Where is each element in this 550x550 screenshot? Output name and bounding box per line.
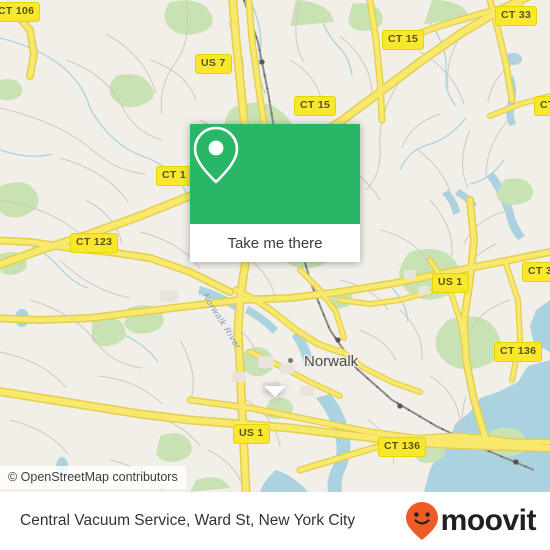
location-title: Central Vacuum Service, Ward St, New Yor… <box>20 512 356 529</box>
popup-header <box>190 124 360 224</box>
road-shield: CT 136 <box>378 437 427 457</box>
road-shield: US 7 <box>195 54 232 74</box>
road-shield: CT 123 <box>70 233 119 253</box>
road-shield: US 1 <box>233 424 270 444</box>
map-attribution[interactable]: © OpenStreetMap contributors <box>0 466 186 489</box>
footer-bar: Central Vacuum Service, Ward St, New Yor… <box>0 492 550 550</box>
popup-pointer-tail <box>264 386 286 397</box>
moovit-wordmark: moovit <box>440 504 537 537</box>
road-shield: CT 15 <box>382 30 425 50</box>
road-shield: CT 1 <box>156 166 192 186</box>
road-shield: US 1 <box>432 273 469 293</box>
take-me-there-button[interactable]: Take me there <box>190 224 360 262</box>
road-shield: CT 33 <box>495 6 538 26</box>
map-screenshot: CT 106 US 7 CT 15 CT 33 CT 15 CT CT 1 CT 123 US … <box>0 0 550 550</box>
road-shield: CT 3 <box>522 262 550 282</box>
moovit-logo[interactable]: moovit <box>405 501 537 541</box>
road-shield: CT <box>534 96 550 116</box>
road-shield: CT 136 <box>494 342 543 362</box>
road-shield: CT 15 <box>294 96 337 116</box>
road-shield: CT 106 <box>0 2 41 22</box>
place-label: Norwalk <box>304 353 359 370</box>
location-popup[interactable]: Take me there <box>190 124 360 397</box>
map-canvas[interactable]: CT 106 US 7 CT 15 CT 33 CT 15 CT CT 1 CT 123 US … <box>0 0 550 492</box>
take-me-there-label: Take me there <box>227 234 323 252</box>
map-pin-icon <box>193 126 239 184</box>
moovit-pin-icon <box>405 502 438 540</box>
place-dot <box>288 358 293 363</box>
